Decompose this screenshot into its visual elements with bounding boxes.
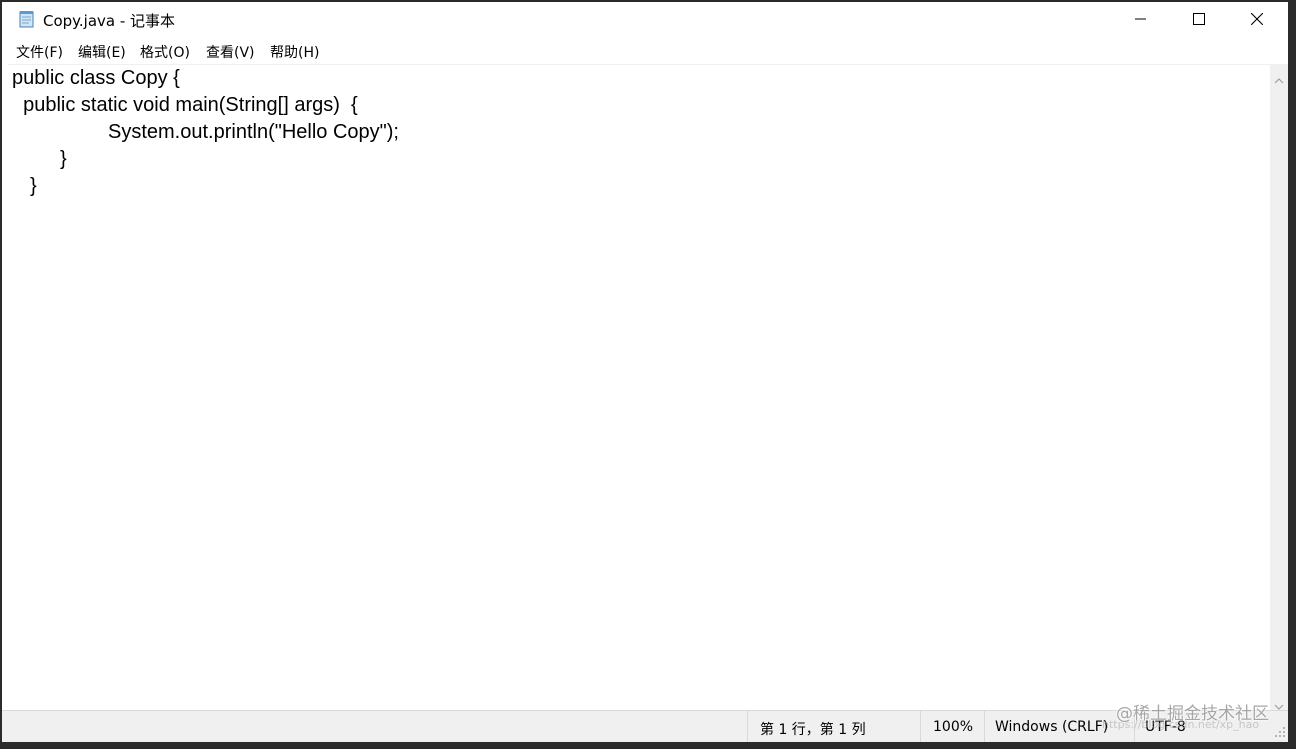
notepad-window: Copy.java - 记事本 文件(F) 编辑(E) 格式(O) 查看(V) …: [0, 0, 1296, 749]
code-line: }: [60, 148, 67, 170]
status-bar: 第 1 行，第 1 列 100% Windows (CRLF) UTF-8: [2, 710, 1288, 742]
line-ending: Windows (CRLF): [995, 719, 1109, 735]
code-line: public static void main(String[] args) {: [12, 94, 358, 116]
chevron-down-icon[interactable]: [1274, 696, 1284, 710]
menu-edit[interactable]: 编辑(E): [78, 42, 126, 62]
vertical-scrollbar[interactable]: [1270, 64, 1288, 710]
menu-view[interactable]: 查看(V): [206, 42, 255, 62]
menu-file[interactable]: 文件(F): [16, 42, 63, 62]
cursor-position: 第 1 行，第 1 列: [760, 722, 866, 738]
notepad-icon[interactable]: [18, 10, 36, 28]
maximize-button[interactable]: [1170, 2, 1228, 36]
title-bar[interactable]: Copy.java - 记事本: [2, 2, 1288, 36]
maximize-icon: [1193, 13, 1205, 25]
watermark-text: @稀土掘金技术社区: [1116, 704, 1269, 724]
status-zoom-segment: 100%: [920, 711, 985, 742]
code-line: System.out.println("Hello Copy");: [108, 121, 399, 143]
resize-grip-icon[interactable]: [1272, 723, 1286, 737]
window-client: Copy.java - 记事本 文件(F) 编辑(E) 格式(O) 查看(V) …: [2, 2, 1288, 742]
menu-help[interactable]: 帮助(H): [270, 42, 319, 62]
close-button[interactable]: [1228, 2, 1286, 36]
zoom-level: 100%: [933, 719, 974, 735]
chevron-up-icon[interactable]: [1274, 70, 1284, 84]
code-line: }: [30, 175, 37, 197]
menu-format[interactable]: 格式(O): [140, 42, 190, 62]
status-position-segment: 第 1 行，第 1 列: [747, 711, 921, 742]
window-title: Copy.java - 记事本: [43, 12, 176, 30]
close-icon: [1251, 13, 1263, 25]
minimize-button[interactable]: [1112, 2, 1170, 36]
minimize-icon: [1135, 13, 1147, 25]
menu-bar: 文件(F) 编辑(E) 格式(O) 查看(V) 帮助(H): [2, 38, 1288, 64]
code-line: public class Copy {: [12, 67, 180, 89]
text-editor[interactable]: public class Copy { public static void m…: [8, 64, 1270, 711]
